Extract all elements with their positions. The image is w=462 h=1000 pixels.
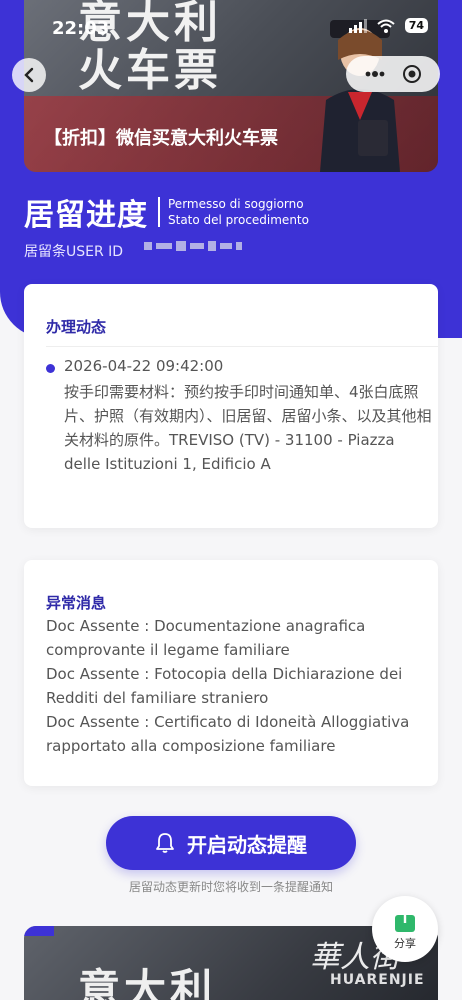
anomaly-item: Doc Assente : Certificato di Idoneità Al… [46, 713, 410, 755]
watermark-logo-en: HUARENJIE [330, 972, 425, 988]
target-icon[interactable] [402, 64, 422, 84]
share-icon [395, 907, 415, 932]
reminder-note: 居留动态更新时您将收到一条提醒通知 [128, 880, 333, 894]
signal-icon [348, 18, 367, 33]
page-subtitle-line2: Stato del procedimento [168, 213, 309, 227]
title-separator [158, 197, 160, 227]
share-label: 分享 [394, 937, 416, 950]
card-divider [46, 346, 438, 347]
banner-big-text-line2: 火车票 [78, 45, 222, 96]
back-button[interactable] [12, 58, 46, 92]
user-id-label: 居留条USER ID [24, 244, 124, 260]
anomaly-card-title: 异常消息 [46, 594, 107, 612]
more-dots-icon[interactable] [364, 70, 386, 78]
bottom-banner-big-text: 意大利 [78, 965, 217, 1000]
status-time: 22:03 [52, 18, 110, 39]
timeline-dot [46, 364, 55, 373]
progress-timestamp: 2026-04-22 09:42:00 [64, 357, 224, 375]
banner-caption: 【折扣】微信买意大利火车票 [44, 128, 278, 149]
banner-tag [24, 926, 54, 936]
enable-reminder-label: 开启动态提醒 [187, 832, 307, 857]
anomaly-list: Doc Assente : Documentazione anagrafica … [46, 614, 420, 758]
share-button[interactable]: 分享 [372, 896, 438, 962]
wifi-icon [377, 19, 395, 33]
progress-card: 办理动态 2026-04-22 09:42:00 按手印需要材料：预约按手印时间… [24, 284, 438, 528]
progress-detail-text: 按手印需要材料：预约按手印时间通知单、4张白底照片、护照（有效期内）、旧居留、居… [64, 383, 432, 473]
status-icons: 74 [348, 18, 428, 33]
anomaly-card: 异常消息 Doc Assente : Documentazione anagra… [24, 560, 438, 786]
anomaly-item: Doc Assente : Documentazione anagrafica … [46, 617, 366, 659]
enable-reminder-button[interactable]: 开启动态提醒 [106, 816, 356, 870]
chevron-left-icon [24, 67, 34, 83]
page-subtitle-line1: Permesso di soggiorno [168, 197, 304, 211]
mini-program-capsule [346, 56, 440, 92]
progress-card-title: 办理动态 [46, 318, 107, 336]
page-title: 居留进度 [24, 198, 148, 233]
bell-icon [156, 833, 174, 853]
battery-icon: 74 [404, 18, 428, 33]
user-id-masked-value [144, 241, 242, 251]
anomaly-item: Doc Assente : Fotocopia della Dichiarazi… [46, 665, 403, 707]
